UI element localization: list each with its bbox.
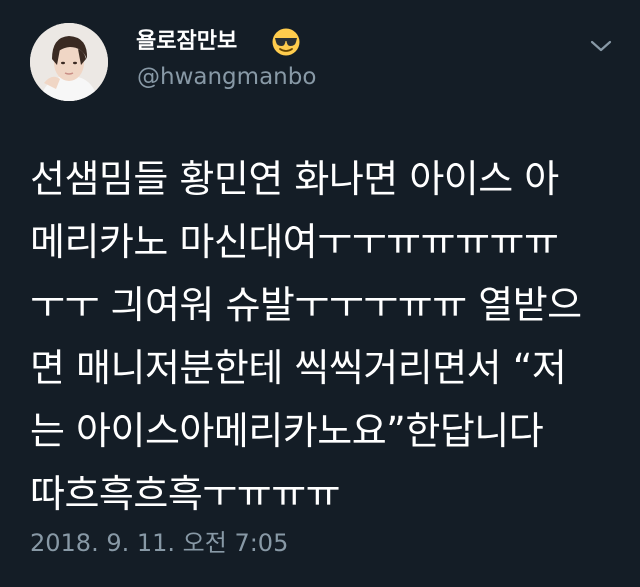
tweet-card: 욜로잠만보 @hwangmanbo 선샘밈들 황민연 화나면 아이스 아 메리카… xyxy=(0,0,640,587)
user-handle[interactable]: @hwangmanbo xyxy=(137,63,316,91)
tweet-text-line: 면 매니저분한테 씩씩거리면서 “저 xyxy=(30,346,567,390)
tweet-text-line: 메리카노 마신대여ㅜㅜㅠㅠㅠㅠㅠ xyxy=(30,220,559,264)
tweet-text-line: 는 아이스아메리카노요”한답니다 xyxy=(30,409,544,453)
tweet-text-line: 따흐흑흐흑ㅜㅠㅠㅠ xyxy=(30,472,341,516)
tweet-text: 선샘밈들 황민연 화나면 아이스 아 메리카노 마신대여ㅜㅜㅠㅠㅠㅠㅠ ㅜㅜ 긔… xyxy=(30,148,620,526)
display-name[interactable]: 욜로잠만보 xyxy=(136,28,237,56)
smiling-face-with-sunglasses-icon xyxy=(271,27,301,57)
tweet-text-line: 선샘밈들 황민연 화나면 아이스 아 xyxy=(30,157,559,201)
chevron-down-icon[interactable] xyxy=(588,36,614,56)
tweet-timestamp[interactable]: 2018. 9. 11. 오전 7:05 xyxy=(30,528,288,558)
tweet-text-line: ㅜㅜ 긔여워 슈발ㅜㅜㅜㅠㅠ 열받으 xyxy=(30,283,582,327)
avatar[interactable] xyxy=(30,23,108,101)
